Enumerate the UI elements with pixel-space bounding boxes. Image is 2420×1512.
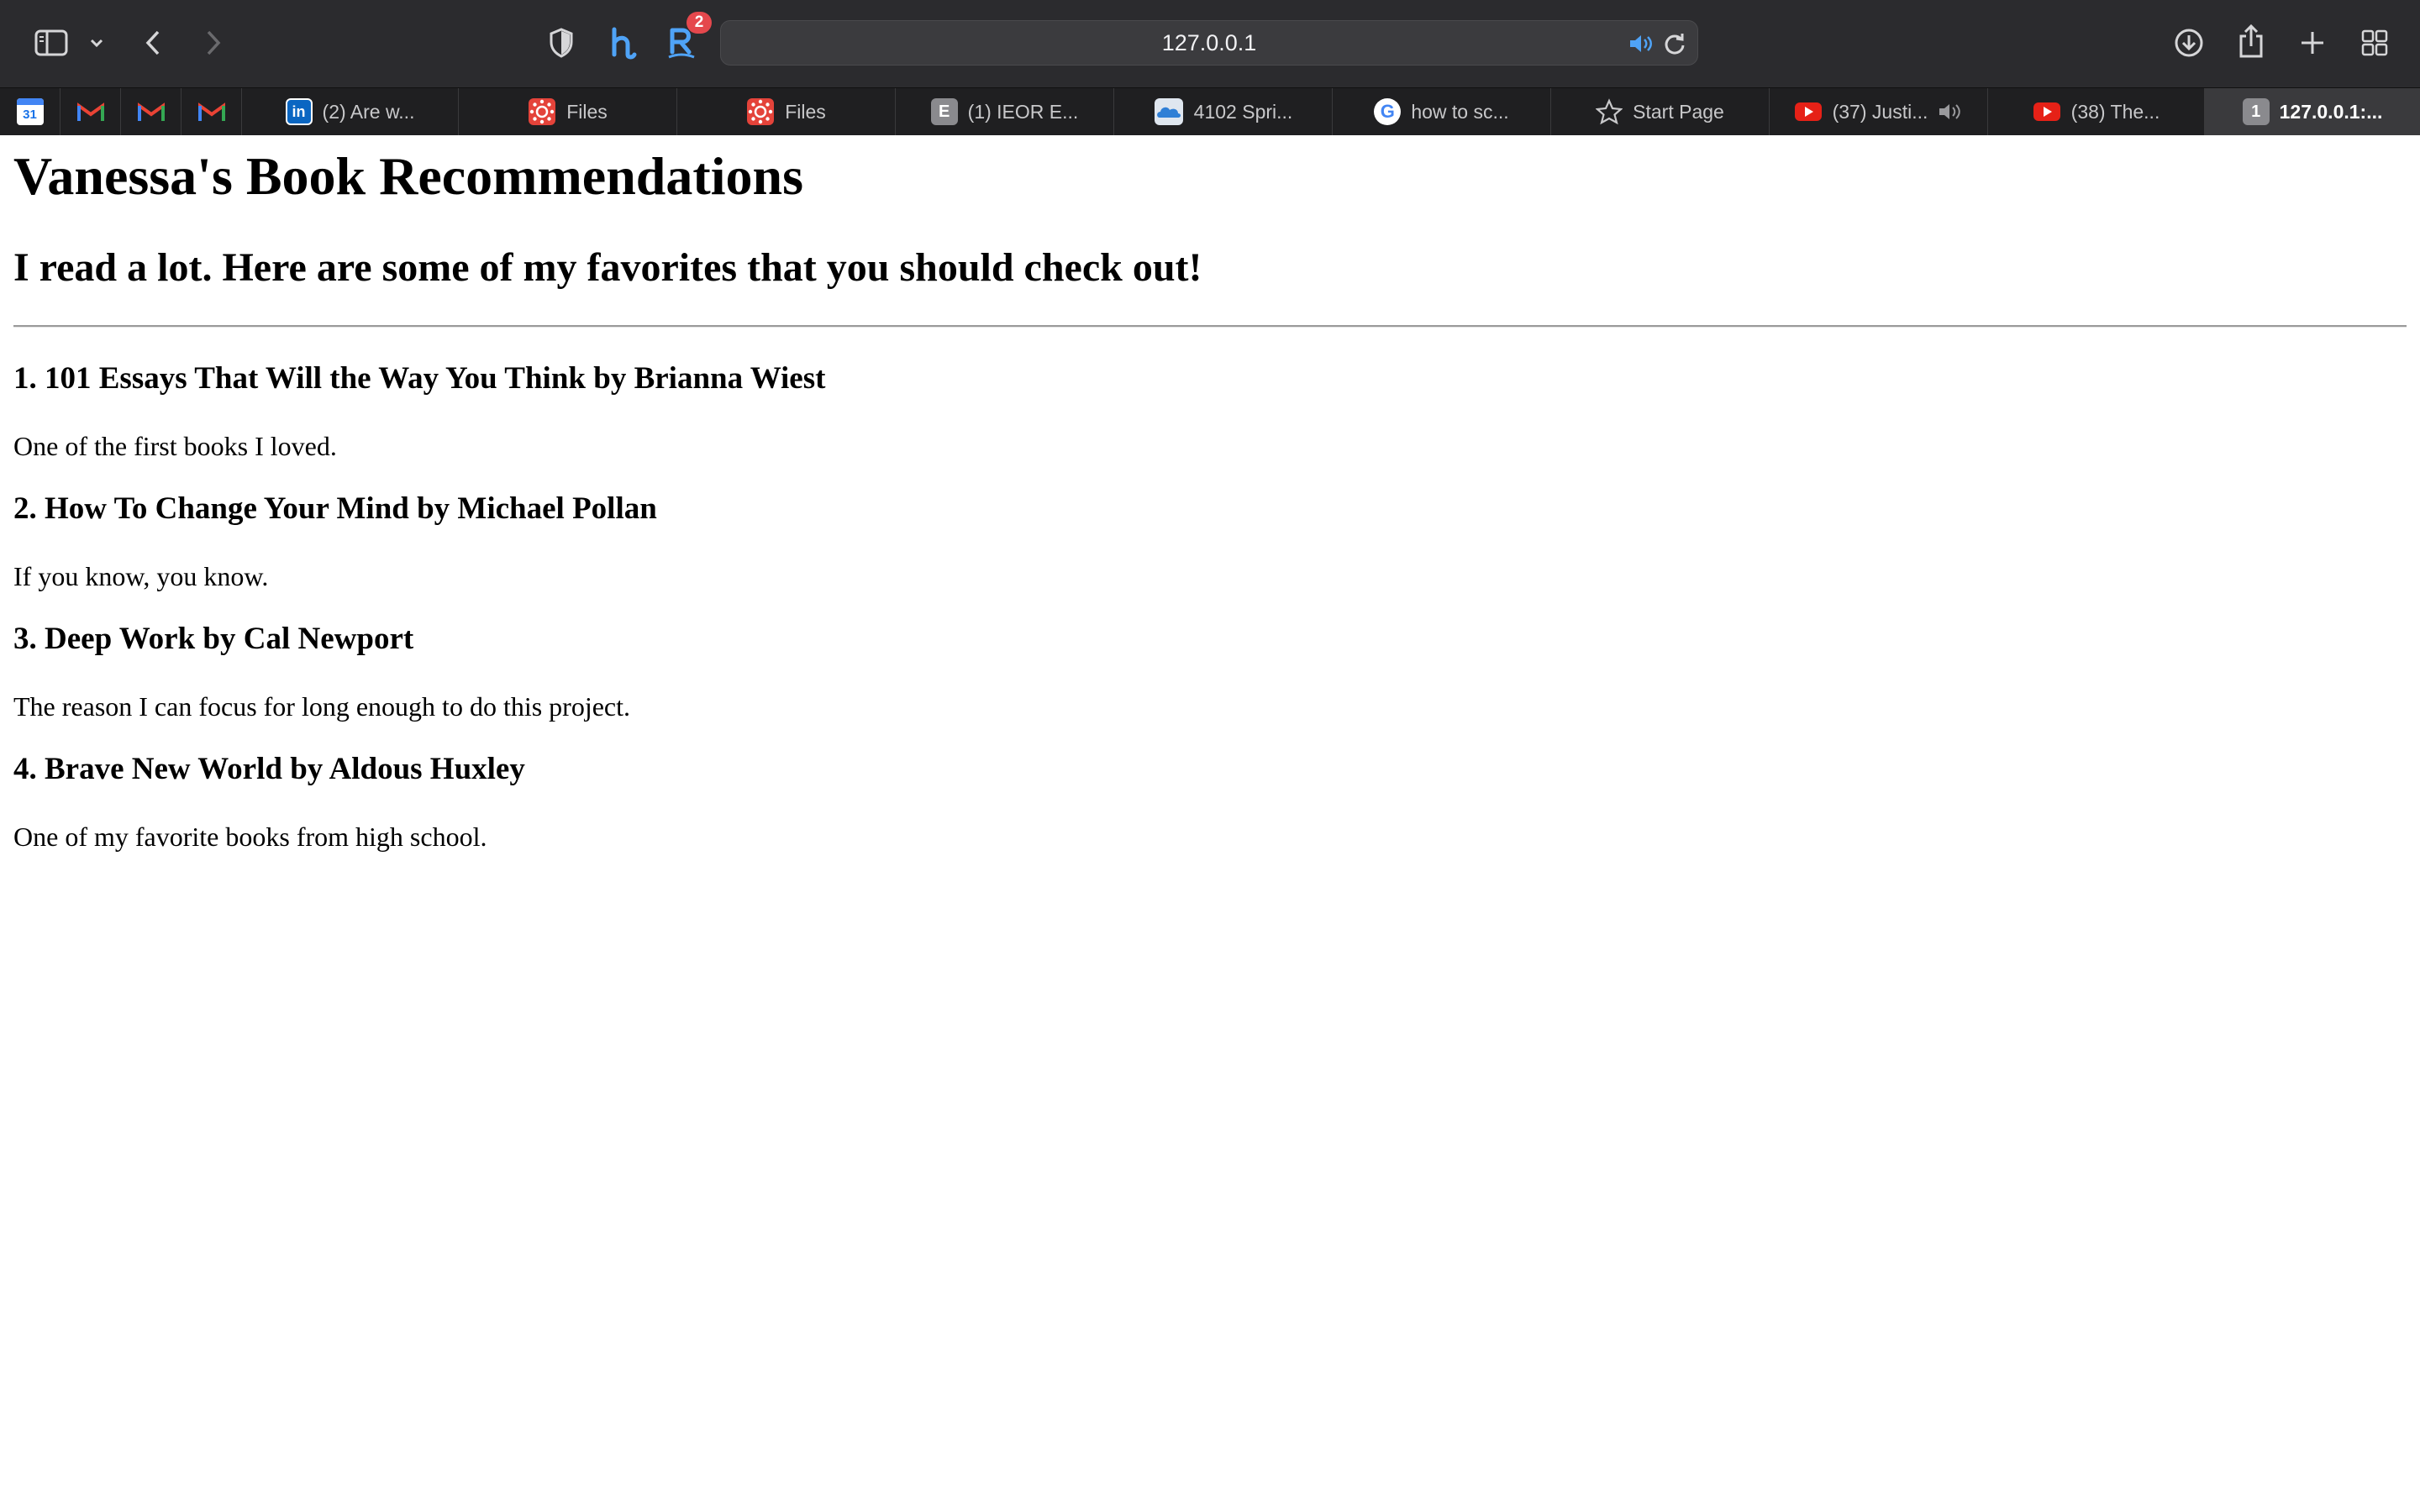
speaker-icon[interactable] [1627, 29, 1655, 58]
honey-extension-icon[interactable] [603, 22, 642, 64]
tab-title: (38) The... [2070, 100, 2160, 123]
youtube-icon [2033, 102, 2060, 121]
tab-title: (2) Are w... [322, 100, 415, 123]
page-subtitle: I read a lot. Here are some of my favori… [13, 245, 1202, 290]
book-note: The reason I can focus for long enough t… [13, 691, 631, 722]
tab-youtube-2[interactable]: (38) The... [1988, 88, 2205, 135]
tab-title: Files [785, 100, 826, 123]
tab-title: how to sc... [1411, 100, 1509, 123]
pinned-tab-calendar[interactable]: 31 [0, 88, 60, 135]
tab-youtube-1[interactable]: (37) Justi... [1770, 88, 1988, 135]
letter-e-icon: E [930, 98, 958, 125]
divider [13, 325, 2407, 328]
privacy-shield-icon[interactable] [544, 25, 578, 60]
tab-ieor[interactable]: E (1) IEOR E... [896, 88, 1114, 135]
share-icon[interactable] [2233, 22, 2269, 60]
tab-bar: 31 in (2) Are w... Files Files E (1) IEO… [0, 87, 2420, 135]
browser-toolbar: 2 127.0.0.1 [0, 0, 2420, 87]
onedrive-icon [1154, 98, 1183, 125]
book-note: One of the first books I loved. [13, 431, 337, 461]
tab-title: (37) Justi... [1832, 100, 1928, 123]
tab-files-2[interactable]: Files [677, 88, 896, 135]
book-heading: 1. 101 Essays That Will the Way You Thin… [13, 361, 826, 396]
linkedin-icon: in [285, 98, 313, 125]
address-text[interactable]: 127.0.0.1 [721, 21, 1697, 65]
reload-icon[interactable] [1660, 29, 1689, 58]
gmail-icon [197, 102, 225, 121]
page-title: Vanessa's Book Recommendations [13, 146, 803, 206]
tab-overview-icon[interactable] [2358, 25, 2391, 60]
book-heading: 4. Brave New World by Aldous Huxley [13, 752, 525, 786]
pinned-tab-gmail-2[interactable] [121, 88, 182, 135]
calendar-date-label: 31 [23, 107, 37, 122]
number-icon: 1 [2242, 98, 2270, 125]
book-heading: 2. How To Change Your Mind by Michael Po… [13, 491, 657, 526]
tab-title: Files [566, 100, 608, 123]
tab-localhost-active[interactable]: 1 127.0.0.1:... [2205, 88, 2420, 135]
book-heading: 3. Deep Work by Cal Newport [13, 622, 414, 656]
chevron-down-icon[interactable] [84, 30, 109, 55]
address-bar[interactable]: 127.0.0.1 [720, 20, 1698, 66]
tab-onedrive[interactable]: 4102 Spri... [1114, 88, 1333, 135]
pinned-tab-gmail-1[interactable] [60, 88, 121, 135]
tab-title: (1) IEOR E... [967, 100, 1079, 123]
sidebar-toggle-icon[interactable] [32, 25, 71, 60]
download-icon[interactable] [2171, 25, 2207, 60]
gmail-icon [137, 102, 165, 121]
tab-title: 127.0.0.1:... [2279, 100, 2383, 123]
canvas-icon [529, 98, 556, 125]
tab-title: Start Page [1633, 100, 1724, 123]
new-tab-plus-icon[interactable] [2296, 25, 2329, 60]
tab-audio-icon[interactable] [1938, 102, 1963, 122]
canvas-icon [747, 98, 775, 125]
tab-start-page[interactable]: Start Page [1551, 88, 1770, 135]
youtube-icon [1794, 102, 1822, 121]
google-calendar-icon: 31 [16, 98, 44, 125]
tab-google-search[interactable]: G how to sc... [1333, 88, 1551, 135]
google-icon: G [1374, 98, 1402, 125]
tab-linkedin[interactable]: in (2) Are w... [242, 88, 459, 135]
gmail-icon [76, 102, 104, 121]
pinned-tab-gmail-3[interactable] [182, 88, 242, 135]
back-arrow-icon[interactable] [136, 25, 170, 60]
extension-badge: 2 [687, 12, 712, 34]
star-icon [1596, 98, 1623, 125]
book-note: One of my favorite books from high schoo… [13, 822, 487, 852]
book-note: If you know, you know. [13, 561, 269, 591]
tab-title: 4102 Spri... [1193, 100, 1293, 123]
forward-arrow-icon[interactable] [197, 25, 230, 60]
tab-files-1[interactable]: Files [459, 88, 677, 135]
